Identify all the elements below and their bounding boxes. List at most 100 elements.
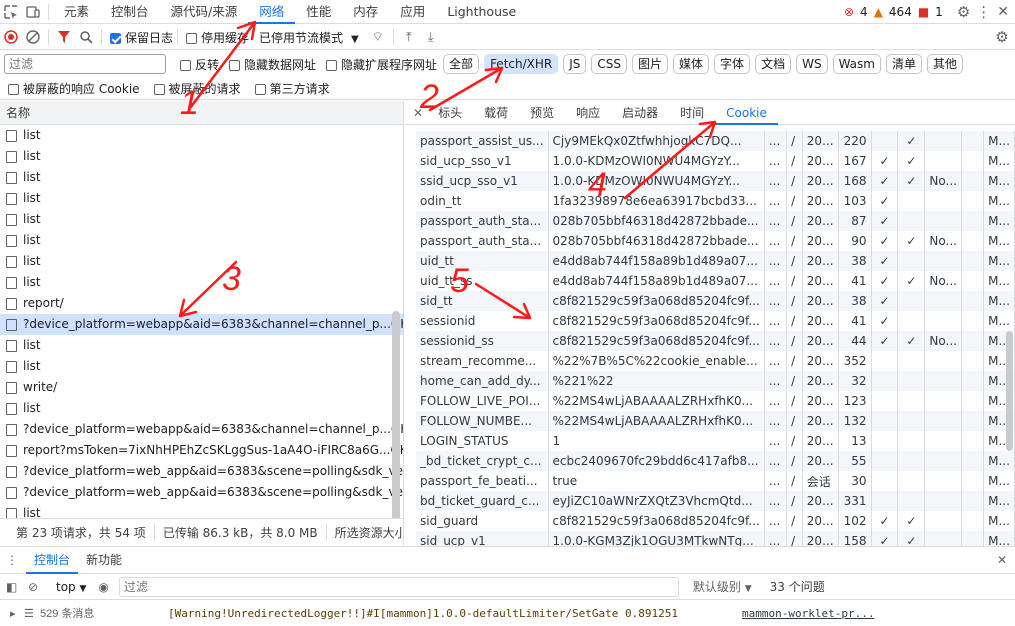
cookie-row[interactable]: sessionid c8f821529c59f3a068d85204fc9f...…: [416, 311, 1015, 331]
request-row[interactable]: ?device_platform=webapp&aid=6383&channel…: [0, 419, 403, 440]
request-row[interactable]: list: [0, 167, 403, 188]
name-column-header[interactable]: 名称: [0, 101, 403, 125]
expand-arrow-icon[interactable]: ▸: [10, 607, 24, 620]
blocked-requests-checkbox[interactable]: 被屏蔽的请求: [153, 80, 241, 97]
inspect-element-icon[interactable]: [0, 1, 22, 23]
cookie-row[interactable]: uid_tt_ss e4dd8ab744f158a89b1d489a07.....…: [416, 271, 1015, 291]
cookie-row[interactable]: passport_fe_beati... true... / 会话 30 M...: [416, 471, 1015, 491]
request-row[interactable]: list: [0, 272, 403, 293]
cookie-row[interactable]: LOGIN_STATUS 1.../20... 13 M...: [416, 431, 1015, 451]
type-filter-4[interactable]: 图片: [632, 54, 669, 74]
type-filter-0[interactable]: 全部: [443, 54, 480, 74]
console-filter-input[interactable]: [118, 576, 679, 597]
detail-tab-2[interactable]: 预览: [519, 101, 565, 125]
preserve-log-checkbox[interactable]: 保留日志: [110, 29, 173, 46]
cookie-row[interactable]: sid_ucp_v1 1.0.0-KGM3Zjk1OGU3MTkwNTg.....…: [416, 531, 1015, 546]
detail-tab-1[interactable]: 载荷: [473, 101, 519, 125]
cookie-row[interactable]: home_can_add_dy... %221%22.../20... 32 M...: [416, 371, 1015, 391]
type-filter-2[interactable]: JS: [563, 54, 587, 74]
request-row[interactable]: list: [0, 251, 403, 272]
cookie-row[interactable]: FOLLOW_LIVE_POI... %22MS4wLjABAAAALZRHxfh…: [416, 391, 1015, 411]
hide-extension-urls-checkbox[interactable]: 隐藏扩展程序网址: [326, 56, 437, 73]
clear-icon[interactable]: [22, 26, 44, 48]
invert-checkbox[interactable]: 反转: [180, 56, 219, 73]
cookie-row[interactable]: sessionid_ss c8f821529c59f3a068d85204fc9f…: [416, 331, 1015, 351]
tab-4[interactable]: 性能: [295, 0, 342, 24]
close-drawer-icon[interactable]: ✕: [997, 553, 1007, 567]
close-detail-icon[interactable]: ✕: [413, 106, 423, 120]
request-row[interactable]: list: [0, 125, 403, 146]
clear-console-icon[interactable]: ⊘: [28, 580, 50, 594]
cookie-row[interactable]: passport_auth_sta... 028b705bbf46318d4287…: [416, 211, 1015, 231]
request-row[interactable]: ?device_platform=webapp&aid=6383&channel…: [0, 314, 403, 335]
type-filter-6[interactable]: 字体: [714, 54, 751, 74]
tab-2[interactable]: 源代码/来源: [160, 0, 249, 24]
type-filter-9[interactable]: Wasm: [832, 54, 881, 74]
request-row[interactable]: list: [0, 209, 403, 230]
tab-6[interactable]: 应用: [389, 0, 436, 24]
type-filter-1[interactable]: Fetch/XHR: [484, 54, 559, 74]
cookie-row[interactable]: sid_guard c8f821529c59f3a068d85204fc9f...…: [416, 511, 1015, 531]
context-select[interactable]: top ▼: [56, 580, 86, 594]
cookie-row[interactable]: FOLLOW_NUMBE... %22MS4wLjABAAAALZRHxfhK0.…: [416, 411, 1015, 431]
request-row[interactable]: report?msToken=7ixNhHPEhZcSKLggSus-1aA4O…: [0, 440, 403, 461]
request-row[interactable]: list: [0, 356, 403, 377]
cookie-table-scrollbar[interactable]: [1006, 331, 1013, 451]
sidebar-toggle-icon[interactable]: ◧: [6, 580, 28, 594]
tab-0[interactable]: 元素: [53, 0, 100, 24]
detail-tab-4[interactable]: 启动器: [611, 101, 669, 125]
type-filter-5[interactable]: 媒体: [673, 54, 710, 74]
type-filter-7[interactable]: 文档: [755, 54, 792, 74]
import-har-icon[interactable]: ⤒: [398, 26, 420, 48]
cookie-row[interactable]: bd_ticket_guard_c... eyJiZC10aWNrZXQtZ3Vh…: [416, 491, 1015, 511]
export-har-icon[interactable]: ⤓: [420, 26, 442, 48]
type-filter-8[interactable]: WS: [796, 54, 828, 74]
blocked-response-cookies-checkbox[interactable]: 被屏蔽的响应 Cookie: [8, 80, 140, 97]
cookie-row[interactable]: uid_tt e4dd8ab744f158a89b1d489a07....../2…: [416, 251, 1015, 271]
request-row[interactable]: ?device_platform=web_app&aid=6383&scene=…: [0, 482, 403, 503]
cookie-row[interactable]: _bd_ticket_crypt_c... ecbc2409670fc29bdd6…: [416, 451, 1015, 471]
cookie-row[interactable]: passport_assist_us... Cjy9MEkQx0Ztfwhhjog…: [416, 131, 1015, 151]
tab-7[interactable]: Lighthouse: [436, 0, 527, 24]
filter-funnel-icon[interactable]: [53, 26, 75, 48]
tab-whats-new[interactable]: 新功能: [78, 547, 130, 574]
detail-tab-5[interactable]: 时间: [669, 101, 715, 125]
cookie-row[interactable]: ssid_ucp_sso_v1 1.0.0-KDMzOWI0NWU4MGYzY..…: [416, 171, 1015, 191]
type-filter-10[interactable]: 清单: [885, 54, 922, 74]
cookie-row[interactable]: odin_tt 1fa32398978e6ea63917bcbd33...... /…: [416, 191, 1015, 211]
cookie-row[interactable]: passport_auth_sta... 028b705bbf46318d4287…: [416, 231, 1015, 251]
log-level-select[interactable]: 默认级别 ▼: [693, 578, 752, 595]
detail-tab-3[interactable]: 响应: [565, 101, 611, 125]
message-count[interactable]: 529 条消息: [40, 605, 160, 621]
console-log-source-link[interactable]: mammon-worklet-pr...: [742, 607, 874, 620]
issue-counters[interactable]: ⊗ 4 ▲ 464 ■ 1 ⚙ ⋮ ✕: [844, 0, 1015, 24]
device-toolbar-icon[interactable]: [22, 1, 44, 23]
type-filter-11[interactable]: 其他: [926, 54, 963, 74]
tab-1[interactable]: 控制台: [100, 0, 160, 24]
request-list-scrollbar[interactable]: [392, 311, 400, 546]
issues-count[interactable]: 33 个问题: [770, 578, 825, 595]
request-row[interactable]: list: [0, 230, 403, 251]
tab-console[interactable]: 控制台: [26, 547, 79, 574]
cookie-row[interactable]: stream_recomme... %22%7B%5C%22cookie_enab…: [416, 351, 1015, 371]
request-row[interactable]: list: [0, 398, 403, 419]
request-row[interactable]: list: [0, 146, 403, 167]
close-devtools-icon[interactable]: ✕: [997, 4, 1009, 20]
cookie-row[interactable]: sid_tt c8f821529c59f3a068d85204fc9f......…: [416, 291, 1015, 311]
request-row[interactable]: list: [0, 335, 403, 356]
type-filter-3[interactable]: CSS: [591, 54, 628, 74]
drawer-menu-icon[interactable]: ⋮: [6, 553, 18, 567]
request-row[interactable]: write/: [0, 377, 403, 398]
network-conditions-icon[interactable]: ⌔: [367, 26, 389, 48]
throttling-select[interactable]: 已停用节流模式 ▼: [259, 29, 359, 46]
network-settings-gear-icon[interactable]: ⚙: [991, 26, 1013, 48]
record-icon[interactable]: [0, 26, 22, 48]
live-expression-eye-icon[interactable]: ◉: [98, 580, 108, 594]
detail-tab-6[interactable]: Cookie: [715, 101, 778, 125]
disable-cache-checkbox[interactable]: 停用缓存: [186, 29, 249, 46]
detail-tab-0[interactable]: 标头: [427, 101, 473, 125]
tab-5[interactable]: 内存: [342, 0, 389, 24]
cookie-row[interactable]: sid_ucp_sso_v1 1.0.0-KDMzOWI0NWU4MGYzY...…: [416, 151, 1015, 171]
more-menu-icon[interactable]: ⋮: [976, 3, 991, 21]
filter-input[interactable]: [4, 54, 166, 74]
